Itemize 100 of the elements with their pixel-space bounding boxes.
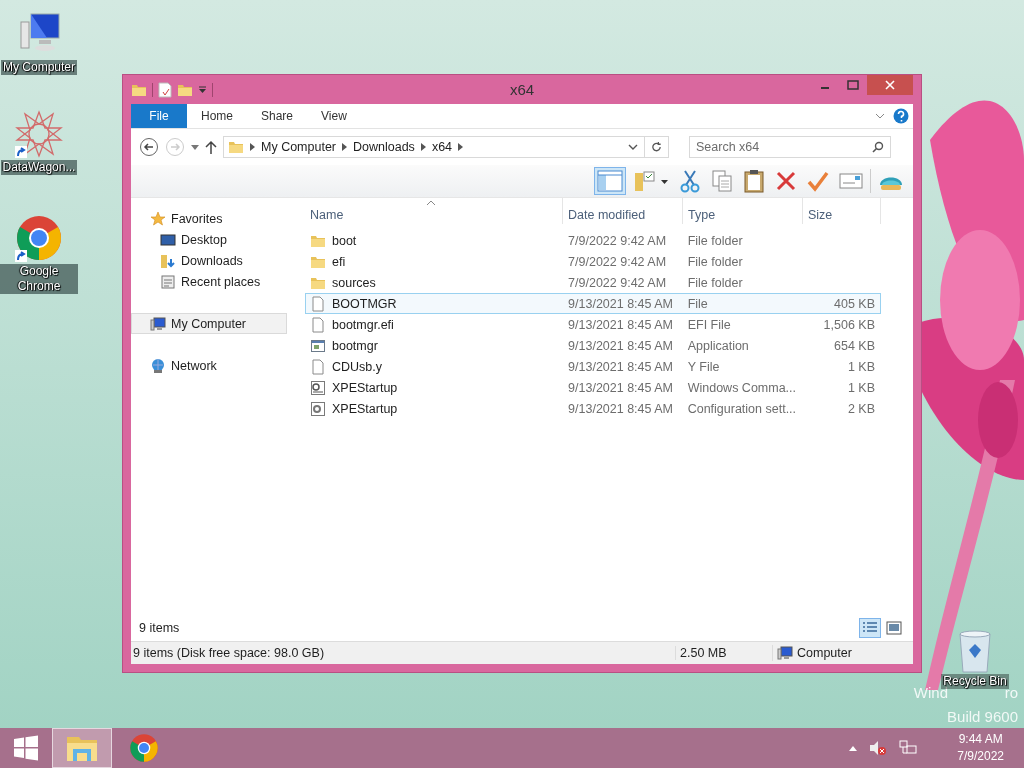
help-icon[interactable] [893,108,909,124]
recent-locations-icon[interactable] [191,144,199,150]
breadcrumb[interactable]: My Computer [261,140,337,154]
column-header[interactable]: Date modified [563,198,683,224]
file-row[interactable]: sources 7/9/2022 9:42 AM File folder [305,272,881,293]
breadcrumb-arrow-icon[interactable] [250,143,255,151]
network-icon [150,357,166,374]
show-hidden-icons-icon[interactable] [849,745,858,751]
recent-places-icon [160,273,176,290]
file-name: sources [332,275,376,290]
application-icon [310,337,326,354]
star-pattern-icon [15,110,63,158]
table-cell-text: File folder [686,275,744,290]
ribbon-tab[interactable]: File [131,104,187,128]
file-row[interactable]: XPEStartup 9/13/2021 8:45 AM Configuration sett... 2 KB [305,398,881,419]
download-folder-icon [160,252,176,269]
desktop-icon-label[interactable]: Google Chrome [0,264,78,294]
table-cell-text: 7/9/2022 9:42 AM [567,254,668,269]
table-cell-text: 1 KB [846,359,876,374]
column-header[interactable]: Name [305,198,563,224]
table-cell-text: 7/9/2022 9:42 AM [567,233,668,248]
table-cell-text: 9/13/2021 8:45 AM [567,401,675,416]
desktop-icon [160,231,176,248]
table-cell-text: 7/9/2022 9:42 AM [567,275,668,290]
file-icon [310,316,326,333]
breadcrumb-arrow-icon[interactable] [458,143,464,151]
table-cell-text: File folder [686,233,744,248]
status-summary: 9 items (Disk free space: 98.0 GB) [132,646,326,660]
ribbon-tab[interactable]: View [307,104,361,128]
file-name: CDUsb.y [332,359,382,374]
file-name: boot [332,233,357,248]
preview-pane-button[interactable] [594,167,626,195]
up-arrow-icon[interactable] [205,140,217,154]
sort-ascending-icon [427,200,435,205]
dropdown-icon[interactable] [198,85,207,94]
clock[interactable]: 9:44 AM 7/9/2022 [957,731,1004,765]
close-button[interactable] [867,75,913,95]
file-icon [310,295,326,312]
network-icon[interactable] [899,740,918,756]
navigation-item[interactable]: Recent places [131,271,287,292]
table-cell-text: 654 KB [833,338,876,353]
file-name: XPEStartup [332,401,398,416]
table-cell-text: 9/13/2021 8:45 AM [567,338,675,353]
desktop-icon-label[interactable]: Recycle Bin [941,674,1009,689]
file-name: XPEStartup [332,380,398,395]
file-row[interactable]: XPEStartup 9/13/2021 8:45 AM Windows Comma... 1 KB [305,377,881,398]
breadcrumb[interactable]: Downloads [353,140,415,154]
search-icon[interactable] [872,141,884,153]
breadcrumb-arrow-icon[interactable] [342,143,348,151]
column-header[interactable]: Type [683,198,803,224]
chevron-down-icon[interactable] [628,143,638,151]
ribbon-tab[interactable]: Home [187,104,247,128]
table-cell-text: Configuration sett... [686,401,798,416]
properties-icon[interactable] [158,81,172,98]
column-header[interactable]: Size [803,198,881,224]
chrome-icon [15,214,63,262]
status-location: Computer [797,646,852,660]
table-cell-text: 2 KB [846,401,876,416]
table-cell-text: 405 KB [833,296,876,311]
recycle-bin-icon [957,630,993,674]
file-row[interactable]: bootmgr 9/13/2021 8:45 AM Application 654 KB [305,335,881,356]
search-field[interactable]: Search x64 [689,136,891,158]
navigation-item[interactable]: Network [131,355,287,376]
navigation-item[interactable]: Favorites [131,208,287,229]
table-cell-text: Y File [686,359,721,374]
folder-icon [228,139,244,155]
chrome-icon [129,733,159,763]
navigation-item[interactable]: My Computer [131,313,287,334]
file-row[interactable]: CDUsb.y 9/13/2021 8:45 AM Y File 1 KB [305,356,881,377]
table-cell-text: 9/13/2021 8:45 AM [567,359,675,374]
back-button[interactable] [139,137,159,157]
gear-document-icon [310,379,326,396]
windows-logo-icon[interactable] [13,735,39,761]
window-title: x64 [509,81,535,98]
file-row[interactable]: efi 7/9/2022 9:42 AM File folder [305,251,881,272]
computer-icon [150,315,166,332]
settings-document-icon [310,400,326,417]
table-cell-text: EFI File [686,317,732,332]
table-cell-text: File [686,296,709,311]
desktop-icon-label[interactable]: My Computer [1,60,77,75]
file-row[interactable]: boot 7/9/2022 9:42 AM File folder [305,230,881,251]
breadcrumb-arrow-icon[interactable] [420,143,426,151]
muted-speaker-icon[interactable] [869,740,888,756]
breadcrumb[interactable]: x64 [431,140,453,154]
maximize-icon[interactable] [847,80,859,90]
table-cell-text: Windows Comma... [686,380,798,395]
file-icon [310,358,326,375]
file-name: bootmgr.efi [332,317,394,332]
computer-icon [777,645,793,661]
file-row[interactable]: BOOTMGR 9/13/2021 8:45 AM File 405 KB [305,293,881,314]
address-bar[interactable]: My Computer Downloads x64 [223,136,669,158]
refresh-icon[interactable] [651,141,662,153]
navigation-item[interactable]: Downloads [131,250,287,271]
close-icon[interactable] [885,80,895,90]
desktop-icon-label[interactable]: DataWagon... [0,160,78,175]
file-row[interactable]: bootmgr.efi 9/13/2021 8:45 AM EFI File 1,506 KB [305,314,881,335]
table-cell-text: 1 KB [846,380,876,395]
navigation-item[interactable]: Desktop [131,229,287,250]
expand-ribbon-icon[interactable] [875,112,885,120]
ribbon-tab[interactable]: Share [247,104,308,128]
